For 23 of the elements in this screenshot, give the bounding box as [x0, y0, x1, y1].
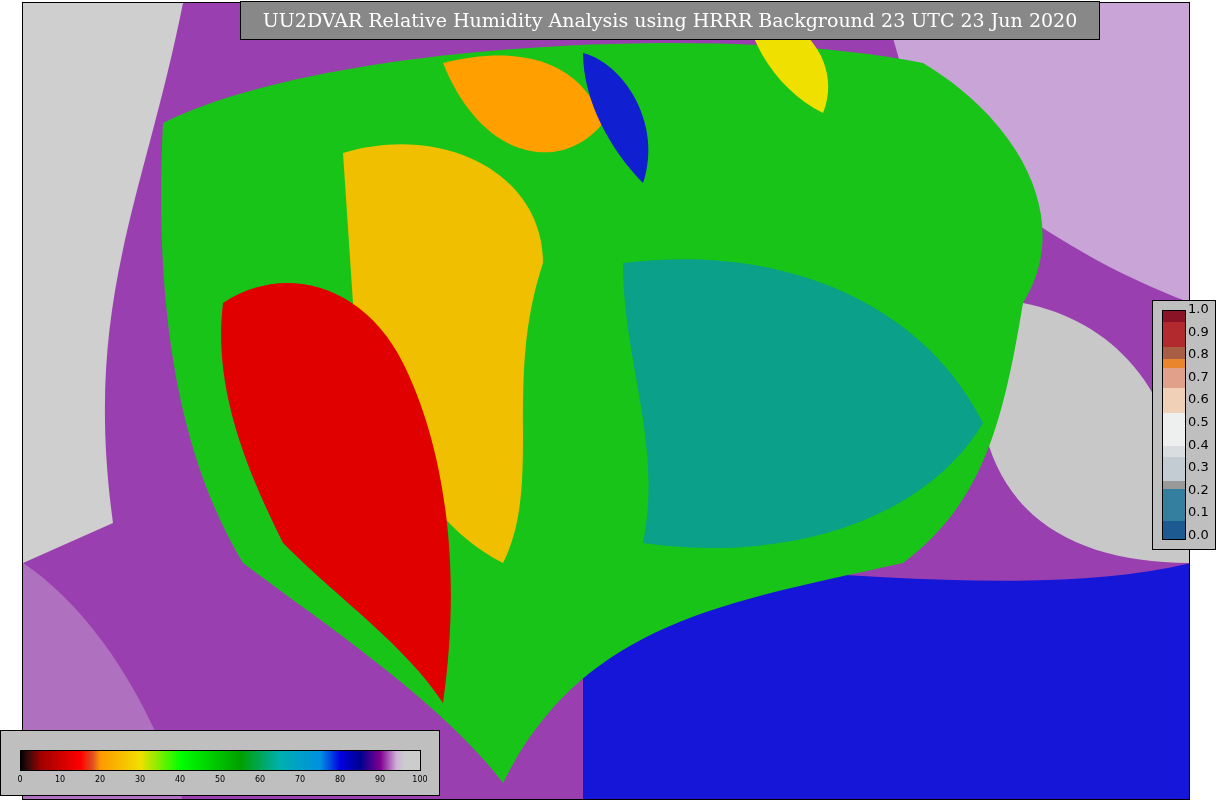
tick-label: 0.6	[1188, 392, 1209, 407]
tick-label: 0.8	[1188, 347, 1209, 362]
tick-label: 1.0	[1188, 302, 1209, 316]
tick-label: 70	[294, 775, 306, 785]
tick-label: 0.4	[1188, 437, 1209, 452]
tick-label: 0.1	[1188, 505, 1209, 520]
tick-label: 0.9	[1188, 324, 1209, 339]
tick-label: 60	[254, 775, 266, 785]
tick-label: 0.3	[1188, 460, 1209, 475]
chart-title: UU2DVAR Relative Humidity Analysis using HRRR Background 23 UTC 23 Jun 2020	[240, 1, 1100, 40]
tick-label: 30	[134, 775, 146, 785]
tick-label: 50	[214, 775, 226, 785]
tick-label: 0	[17, 775, 23, 785]
tick-label: 0.0	[1188, 527, 1209, 542]
tick-label: 0.2	[1188, 482, 1209, 497]
tick-label: 90	[374, 775, 386, 785]
tick-label: 10	[54, 775, 66, 785]
tick-label: 0.7	[1188, 369, 1209, 384]
tick-label: 20	[94, 775, 106, 785]
tick-label: 40	[174, 775, 186, 785]
tick-label: 100	[412, 775, 428, 785]
tick-label: 0.5	[1188, 414, 1209, 429]
tick-label: 80	[334, 775, 346, 785]
